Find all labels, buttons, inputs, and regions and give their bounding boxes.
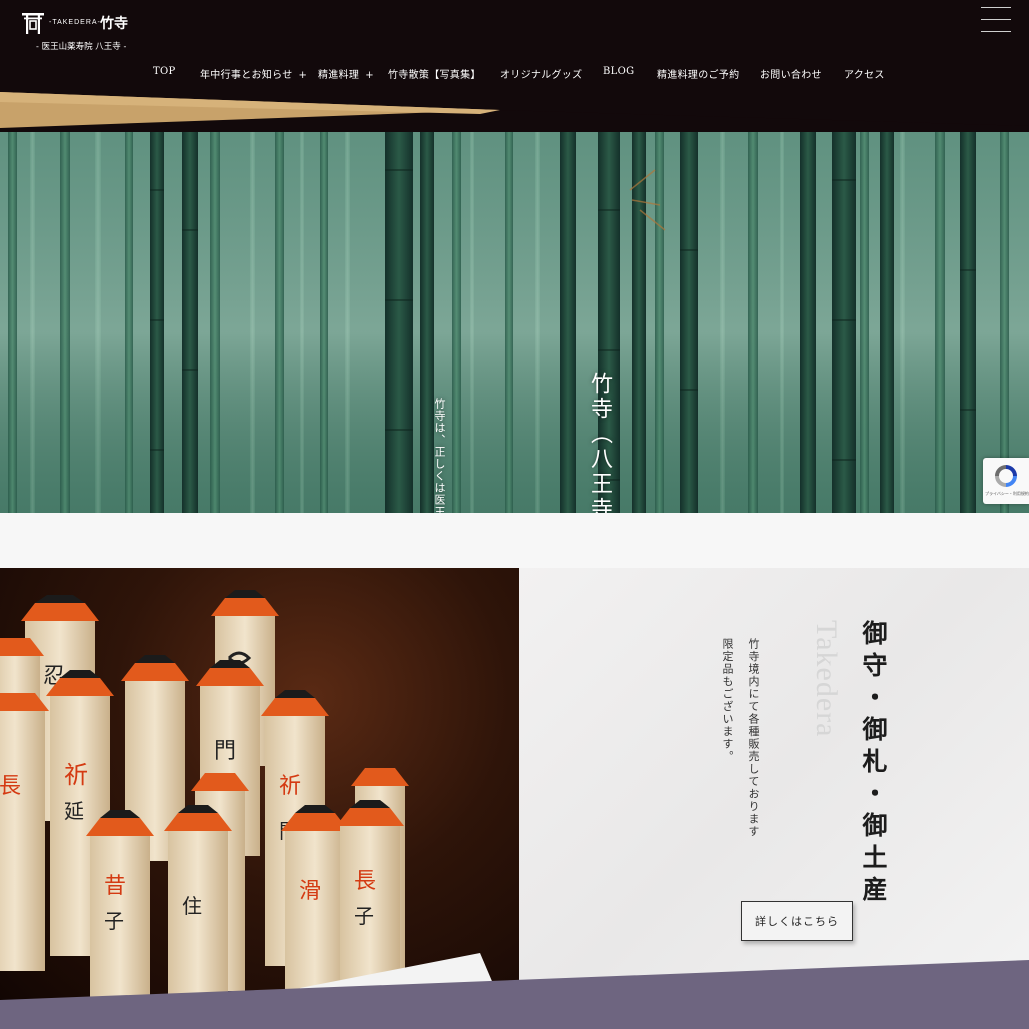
gold-diagonal-accent [0, 92, 1029, 132]
global-nav: TOP 年中行事とお知らせ + 精進料理 + 竹寺散策【写真集】 オリジナルグッズ … [0, 66, 1029, 84]
nav-item-access[interactable]: アクセス [844, 66, 885, 81]
nav-item-reservation[interactable]: 精進料理のご予約 [657, 66, 739, 81]
takedera-watermark: Takedera [810, 620, 843, 738]
omamori-charms-image: 忍 門 祈 延 長 祈 昔 子 住 滑 長 子 [0, 590, 500, 1000]
hero-bamboo: 竹寺（八王寺） 竹寺は、正しくは医王山薬寿院八王寺といい山岳信仰の道場として千年… [0, 110, 1029, 513]
logo-name: 竹寺 [100, 16, 128, 32]
nav-item-photo-gallery[interactable]: 竹寺散策【写真集】 [388, 66, 481, 81]
nav-item-original-goods[interactable]: オリジナルグッズ [500, 66, 582, 81]
purple-diagonal-band [0, 960, 1029, 1029]
site-logo[interactable]: -TAKEDERA- 竹寺 - 医王山薬寿院 八王寺 - [18, 10, 146, 56]
goods-info-panel: Takedera 御守・御札・御土産 竹寺境内にて各種販売しております限定品もご… [519, 568, 1029, 1000]
svg-text:門: 門 [214, 739, 236, 764]
logo-subtitle: -TAKEDERA- [49, 19, 101, 26]
hero-title: 竹寺（八王寺） [587, 372, 612, 513]
svg-text:長: 長 [0, 774, 21, 799]
svg-text:長: 長 [354, 869, 376, 894]
goods-description: 竹寺境内にて各種販売しております限定品もございます。 [721, 638, 760, 838]
goods-title: 御守・御札・御土産 [859, 620, 888, 908]
submenu-plus-icon[interactable]: + [299, 70, 308, 81]
svg-text:祈: 祈 [64, 761, 88, 789]
svg-text:祈: 祈 [279, 774, 301, 799]
logo-tagline: - 医王山薬寿院 八王寺 - [36, 42, 127, 52]
recaptcha-terms[interactable]: プライバシー・利用規約 [985, 491, 1029, 497]
recaptcha-badge[interactable]: プライバシー・利用規約 [983, 458, 1029, 504]
hero-description: 竹寺は、正しくは医王山薬寿院八王寺といい山岳信仰の道場として千年余の歴史を有して… [426, 398, 452, 513]
hamburger-menu-icon[interactable] [981, 7, 1011, 33]
nav-item-blog[interactable]: BLOG [603, 66, 634, 77]
torii-logo-icon [22, 13, 44, 34]
svg-text:延: 延 [64, 799, 84, 823]
submenu-plus-icon[interactable]: + [365, 70, 374, 81]
svg-text:子: 子 [104, 909, 124, 933]
svg-text:昔: 昔 [104, 874, 126, 899]
svg-text:子: 子 [354, 904, 374, 928]
svg-text:住: 住 [182, 894, 202, 918]
details-button[interactable]: 詳しくはこちら [741, 901, 853, 941]
nav-item-top[interactable]: TOP [153, 66, 176, 77]
recaptcha-icon [995, 465, 1017, 487]
nav-item-shojin-ryori[interactable]: 精進料理 + [318, 66, 374, 81]
paper-divider [0, 513, 1029, 568]
omamori-photo: 忍 門 祈 延 長 祈 昔 子 住 滑 長 子 [0, 568, 519, 1000]
bamboo-forest-image [0, 110, 1029, 513]
svg-text:滑: 滑 [299, 879, 321, 904]
nav-item-contact[interactable]: お問い合わせ [760, 66, 822, 81]
nav-item-events[interactable]: 年中行事とお知らせ + [200, 66, 307, 81]
